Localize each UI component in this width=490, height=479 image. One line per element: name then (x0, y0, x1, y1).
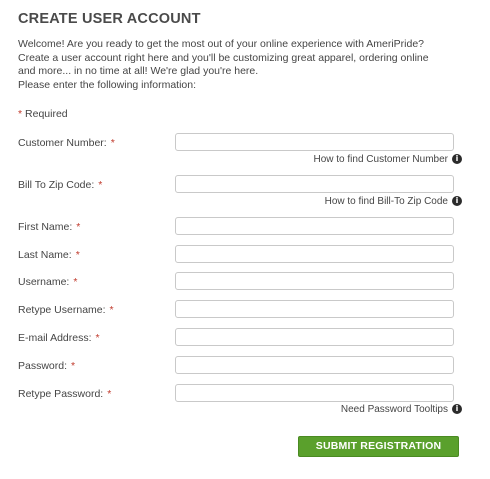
submit-registration-button[interactable]: SUBMIT REGISTRATION (298, 436, 459, 457)
first-name-input[interactable] (175, 217, 454, 235)
email-label-text: E-mail Address: (18, 332, 92, 344)
info-icon[interactable]: i (452, 404, 462, 414)
customer-number-label: Customer Number: * (18, 137, 115, 149)
required-star: * (109, 304, 114, 316)
customer-number-input[interactable] (175, 133, 454, 151)
password-label: Password: * (18, 360, 75, 372)
first-name-label: First Name: * (18, 221, 80, 233)
required-note: * Required (18, 108, 68, 120)
intro-line: Welcome! Are you ready to get the most o… (18, 38, 425, 50)
password-label-text: Password: (18, 360, 68, 372)
retype-password-label: Retype Password: * (18, 388, 111, 400)
intro-text: Welcome! Are you ready to get the most o… (18, 38, 478, 92)
username-label: Username: * (18, 276, 77, 288)
retype-username-label-text: Retype Username: (18, 304, 106, 316)
info-icon[interactable]: i (452, 154, 462, 164)
retype-password-input[interactable] (175, 384, 454, 402)
customer-number-help-link[interactable]: How to find Customer Number (314, 154, 449, 165)
zip-code-label: Bill To Zip Code: * (18, 179, 102, 191)
zip-code-label-text: Bill To Zip Code: (18, 179, 95, 191)
username-label-text: Username: (18, 276, 70, 288)
required-star: * (76, 221, 81, 233)
intro-line: Please enter the following information: (18, 78, 197, 91)
required-star: * (110, 137, 115, 149)
retype-username-input[interactable] (175, 300, 454, 318)
password-input[interactable] (175, 356, 454, 374)
required-star: * (18, 108, 23, 120)
page-title: CREATE USER ACCOUNT (18, 11, 201, 27)
required-star: * (71, 360, 76, 372)
required-star: * (75, 249, 80, 261)
required-text: Required (25, 108, 68, 120)
last-name-label: Last Name: * (18, 249, 80, 261)
retype-password-label-text: Retype Password: (18, 388, 104, 400)
last-name-input[interactable] (175, 245, 454, 263)
email-label: E-mail Address: * (18, 332, 100, 344)
first-name-label-text: First Name: (18, 221, 73, 233)
info-icon[interactable]: i (452, 196, 462, 206)
required-star: * (73, 276, 78, 288)
zip-code-input[interactable] (175, 175, 454, 193)
username-input[interactable] (175, 272, 454, 290)
last-name-label-text: Last Name: (18, 249, 72, 261)
zip-code-help-link[interactable]: How to find Bill-To Zip Code (325, 196, 448, 207)
intro-line: and more... in no time at all! We're gla… (18, 65, 259, 78)
customer-number-label-text: Customer Number: (18, 137, 107, 149)
email-input[interactable] (175, 328, 454, 346)
password-help-link[interactable]: Need Password Tooltips (341, 404, 448, 415)
retype-username-label: Retype Username: * (18, 304, 114, 316)
required-star: * (107, 388, 112, 400)
intro-line: Create a user account right here and you… (18, 51, 429, 64)
help-zip-code[interactable]: How to find Bill-To Zip Code (325, 196, 448, 207)
required-star: * (95, 332, 100, 344)
help-password[interactable]: Need Password Tooltips (341, 404, 448, 415)
help-customer-number[interactable]: How to find Customer Number (314, 154, 449, 165)
required-star: * (98, 179, 103, 191)
